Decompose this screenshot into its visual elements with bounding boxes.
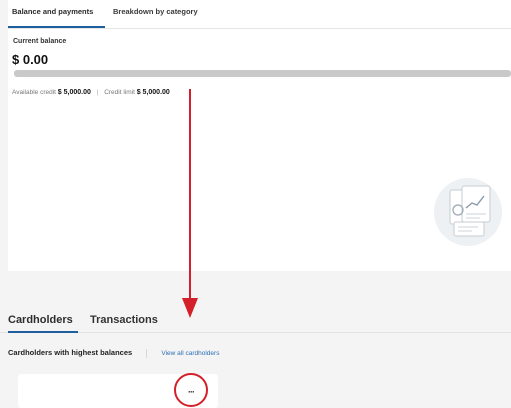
cardholder-tab-bar: Cardholders Transactions: [0, 305, 511, 333]
credit-summary: Available credit $ 5,000.00 | Credit lim…: [12, 89, 187, 96]
available-credit-value: $ 5,000.00: [57, 89, 91, 96]
tab-transactions[interactable]: Transactions: [90, 314, 158, 326]
balance-panel: Balance and payments Breakdown by catego…: [8, 0, 511, 271]
credit-limit-value: $ 5,000.00: [136, 89, 170, 96]
current-balance-value: $ 0.00: [12, 52, 49, 67]
balance-progress-bar: [14, 70, 511, 77]
section-divider: [146, 348, 148, 358]
cardholders-tab-indicator: [8, 331, 78, 333]
tab-cardholders[interactable]: Cardholders: [8, 314, 73, 326]
view-all-cardholders-link[interactable]: View all cardholders: [161, 350, 219, 357]
tab-balance-and-payments[interactable]: Balance and payments: [12, 7, 93, 16]
page: Balance and payments Breakdown by catego…: [0, 0, 511, 408]
cardholders-section-header: Cardholders with highest balances View a…: [8, 348, 219, 358]
highest-balances-title: Cardholders with highest balances: [8, 348, 133, 357]
tab-breakdown-by-category[interactable]: Breakdown by category: [113, 7, 198, 16]
credit-limit-label: Credit limit: [104, 89, 135, 96]
available-credit-label: Available credit: [12, 89, 56, 96]
credit-separator: |: [96, 89, 99, 96]
current-balance-label: Current balance: [13, 38, 67, 45]
document-chart-illustration-icon: [428, 170, 508, 250]
more-options-button[interactable]: ···: [188, 387, 195, 397]
top-tab-bar: Balance and payments Breakdown by catego…: [8, 0, 511, 29]
active-tab-indicator: [8, 26, 105, 28]
